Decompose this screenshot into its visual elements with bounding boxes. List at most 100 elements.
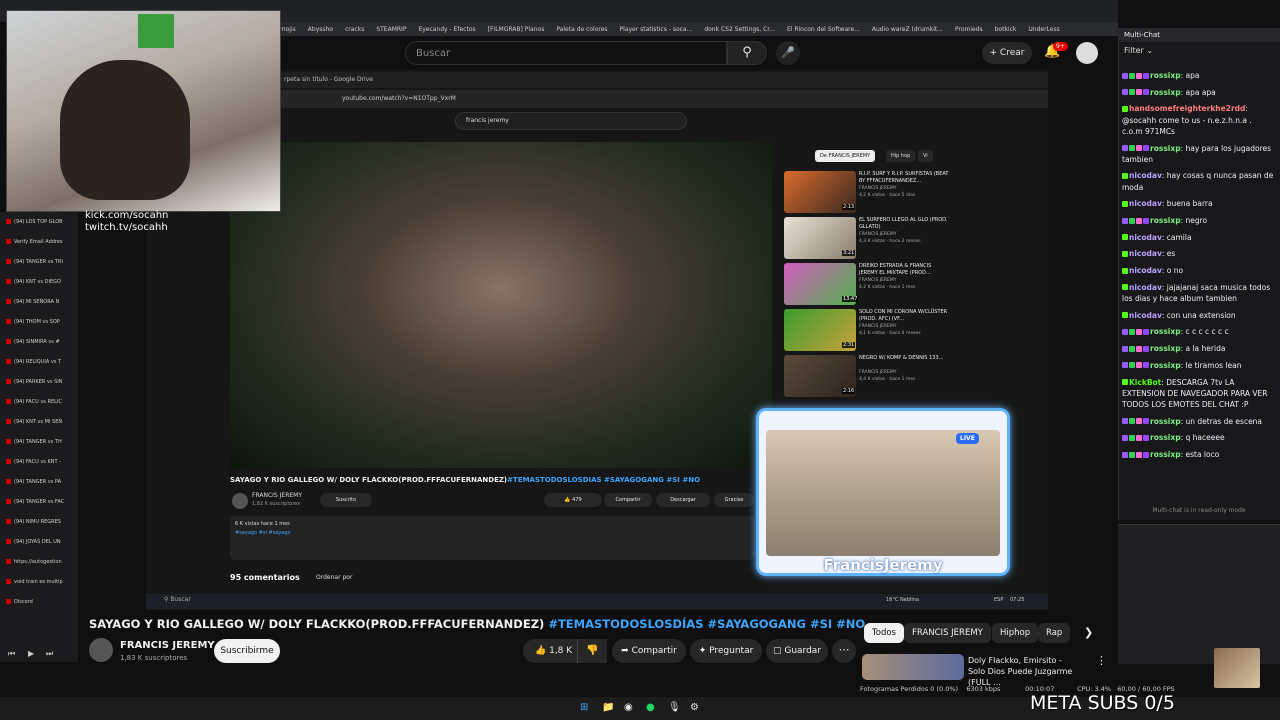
channel-name[interactable]: FRANCIS JEREMY: [120, 640, 215, 651]
filter-chip[interactable]: Hiphop: [992, 623, 1039, 643]
browser-tab[interactable]: void train es multip: [0, 572, 78, 592]
create-button[interactable]: + Crear: [982, 42, 1032, 64]
inner-share-button[interactable]: Compartir: [604, 493, 652, 507]
search-button[interactable]: ⚲: [727, 41, 767, 65]
filter-chip[interactable]: Todos: [864, 623, 904, 643]
more-actions-button[interactable]: ⋯: [832, 639, 856, 663]
related-video[interactable]: 2:31 SOLO CON MI CORONA W/CLÜSTER (PROD. …: [784, 309, 954, 353]
chat-username[interactable]: nicodav: [1129, 233, 1162, 242]
browser-tab[interactable]: (94) FACU vs KNT -: [0, 452, 78, 472]
chat-username[interactable]: rossixp: [1150, 450, 1181, 459]
filter-chip[interactable]: FRANCIS JEREMY: [904, 623, 991, 643]
chat-username[interactable]: rossixp: [1150, 433, 1181, 442]
browser-tab[interactable]: https://autogestion: [0, 552, 78, 572]
browser-tab[interactable]: (94) KNT vs MI SEÑ: [0, 412, 78, 432]
search-input[interactable]: Buscar: [405, 41, 727, 65]
browser-tab[interactable]: (94) THOM vs SOP: [0, 312, 78, 332]
chat-username[interactable]: rossixp: [1150, 344, 1181, 353]
bookmark-item[interactable]: Audio wareZ (drumkit...: [872, 26, 943, 33]
related-title[interactable]: R.I.P. SURF Y R.I.P. SURFISTAS (BEAT BY …: [859, 171, 949, 185]
bookmark-item[interactable]: Paleta de colores: [556, 26, 607, 33]
related-title[interactable]: EL SURFERO LLEGO AL GLO (PROD. GLLATO): [859, 217, 949, 231]
inner-desc-tags[interactable]: #sayago #si #sayago: [235, 530, 750, 536]
related-title[interactable]: DREIKO ESTRADA & FRANCIS JEREMY EL MIXTA…: [859, 263, 949, 277]
related-video[interactable]: 13:47 DREIKO ESTRADA & FRANCIS JEREMY EL …: [784, 263, 954, 307]
chat-username[interactable]: rossixp: [1150, 71, 1181, 80]
save-button[interactable]: ▢ Guardar: [766, 639, 828, 663]
inner-video-player[interactable]: [230, 142, 772, 468]
inner-description[interactable]: 6 K vistas hace 1 mes #sayago #si #sayago: [230, 516, 755, 560]
bookmark-item[interactable]: Abyssho: [308, 26, 333, 33]
related-title[interactable]: SOLO CON MI CORONA W/CLÜSTER (PROD. AFC)…: [859, 309, 949, 323]
bookmark-item[interactable]: cracks: [345, 26, 364, 33]
channel-avatar[interactable]: [89, 638, 113, 662]
inner-tab-title[interactable]: rpeta sin título - Google Drive: [284, 76, 373, 83]
inner-download-button[interactable]: Descargar: [656, 493, 710, 507]
inner-search-input[interactable]: francis jeremy: [455, 112, 687, 130]
inner-channel-avatar[interactable]: [232, 493, 248, 509]
related-title[interactable]: NEGRO W/ KOMP & DENNIS 133...: [859, 355, 949, 362]
mic-app-icon[interactable]: 🎙: [668, 702, 681, 713]
browser-tab[interactable]: (94) NIMU REGRES: [0, 512, 78, 532]
browser-tab[interactable]: (94) TANGER vs TH: [0, 432, 78, 452]
account-avatar[interactable]: [1076, 42, 1098, 64]
inner-chip[interactable]: De FRANCIS JEREMY: [815, 150, 876, 162]
browser-tab[interactable]: Discord: [0, 592, 78, 612]
video-title-tags[interactable]: #TEMASTODOSLOSDÍAS #SAYAGOGANG #SI #NO: [548, 617, 865, 631]
inner-thanks-button[interactable]: Gracias: [714, 493, 754, 507]
browser-tab[interactable]: (94) PARKER vs SIN: [0, 372, 78, 392]
browser-tab[interactable]: (94) KNT vs DIEGO: [0, 272, 78, 292]
chat-username[interactable]: nicodav: [1129, 266, 1162, 275]
chat-username[interactable]: nicodav: [1129, 199, 1162, 208]
browser-tab[interactable]: (94) RELIQUIA vs T: [0, 352, 78, 372]
folder-icon[interactable]: 📁: [602, 702, 614, 713]
bookmark-item[interactable]: Promieds: [955, 26, 983, 33]
voice-search-button[interactable]: 🎤: [776, 41, 800, 65]
chat-username[interactable]: rossixp: [1150, 361, 1181, 370]
next-icon[interactable]: ⏭: [46, 649, 53, 659]
chat-filter-dropdown[interactable]: Filter ⌄: [1124, 46, 1153, 55]
share-button[interactable]: ➦ Compartir: [612, 639, 686, 663]
chat-username[interactable]: rossixp: [1150, 144, 1181, 153]
browser-tab[interactable]: (94) MI SEÑORA N: [0, 292, 78, 312]
bookmark-item[interactable]: donk CS2 Settings, Cr...: [704, 26, 775, 33]
bookmark-item[interactable]: [FILMGRAB] Planos: [488, 26, 545, 33]
inner-sort-button[interactable]: Ordenar por: [316, 574, 352, 581]
play-icon[interactable]: ▶: [28, 649, 34, 658]
ask-button[interactable]: ✦ Preguntar: [690, 639, 762, 663]
filter-chip[interactable]: Rap: [1038, 623, 1071, 643]
chat-username[interactable]: nicodav: [1129, 171, 1162, 180]
bookmark-item[interactable]: botkick: [995, 26, 1017, 33]
chat-username[interactable]: KickBot: [1129, 378, 1161, 387]
suggested-more-icon[interactable]: ⋮: [1096, 654, 1107, 667]
inner-title-tags[interactable]: #TEMASTODOSLOSDIAS #SAYAGOGANG #SI #NO: [507, 476, 700, 484]
bookmark-item[interactable]: UnderLess: [1028, 26, 1059, 33]
spotify-icon[interactable]: ●: [646, 702, 655, 713]
inner-url-bar[interactable]: youtube.com/watch?v=N1OTpp_VxrM: [280, 90, 1048, 108]
chat-username[interactable]: handsomefreighterkhe2rdd: [1129, 104, 1245, 113]
browser-tab[interactable]: (94) JOYAS DEL UN: [0, 532, 78, 552]
prev-icon[interactable]: ⏮: [8, 649, 15, 659]
inner-subscribed-button[interactable]: Suscrito: [320, 493, 372, 507]
browser-tab[interactable]: (94) TANGER vs TRI: [0, 252, 78, 272]
suggested-video-thumbnail[interactable]: [862, 654, 964, 680]
chevron-right-icon[interactable]: ❯: [1084, 626, 1093, 639]
bookmark-item[interactable]: Player statistics - soca...: [620, 26, 693, 33]
chat-username[interactable]: rossixp: [1150, 216, 1181, 225]
obs-icon[interactable]: ◉: [624, 702, 633, 713]
inner-chip[interactable]: Hip hop: [886, 150, 916, 162]
related-video[interactable]: 3:21 EL SURFERO LLEGO AL GLO (PROD. GLLAT…: [784, 217, 954, 261]
browser-tab[interactable]: (94) SINMIRA vs #: [0, 332, 78, 352]
chat-username[interactable]: rossixp: [1150, 417, 1181, 426]
chat-username[interactable]: rossixp: [1150, 88, 1181, 97]
dislike-button[interactable]: 👎: [577, 639, 607, 663]
browser-tab[interactable]: (94) TANGER vs PA: [0, 472, 78, 492]
inner-taskbar-search[interactable]: ⚲ Buscar: [164, 596, 191, 603]
start-icon[interactable]: ⊞: [580, 702, 588, 713]
related-video[interactable]: 2:13 R.I.P. SURF Y R.I.P. SURFISTAS (BEAT…: [784, 171, 954, 215]
gear-icon[interactable]: ⚙: [690, 702, 699, 713]
bookmark-item[interactable]: Eyecandy - Efectos: [418, 26, 475, 33]
chat-username[interactable]: rossixp: [1150, 327, 1181, 336]
browser-tab[interactable]: (94) LOS TOP GLOB: [0, 212, 78, 232]
bookmark-item[interactable]: STEAMRIP: [376, 26, 406, 33]
